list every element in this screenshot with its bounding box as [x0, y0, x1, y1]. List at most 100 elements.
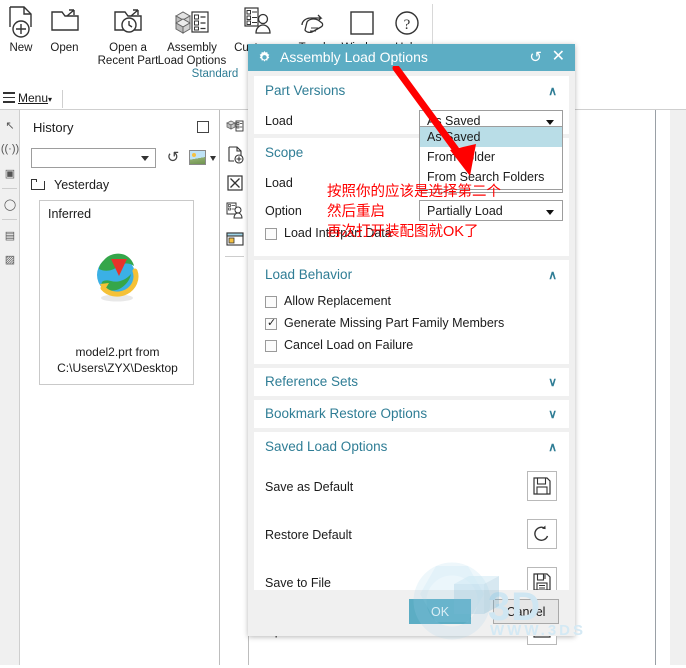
checkbox-generate-missing-part-family-members[interactable] — [265, 316, 277, 330]
cancel-button[interactable]: Cancel — [493, 599, 559, 624]
customer-defaults-icon — [228, 0, 290, 42]
chevron-up-icon: ∧ — [548, 268, 557, 282]
floppy-save-icon[interactable] — [527, 471, 557, 501]
history-item-card[interactable]: Inferred model2.prt from C:\Users\ZYX\De… — [39, 200, 194, 385]
history-panel-title: History — [33, 120, 74, 135]
section-reference-sets[interactable]: Reference Sets ∨ — [254, 368, 569, 396]
chevron-down-icon: ▾ — [48, 95, 53, 104]
label-save-as-default: Save as Default — [265, 480, 354, 494]
label-cancel-load-on-failure: Cancel Load on Failure — [284, 338, 414, 352]
pointer-icon[interactable]: ↖ — [1, 116, 19, 134]
customer-defaults-icon[interactable] — [224, 200, 246, 222]
open-folder-icon — [42, 0, 87, 42]
ok-button[interactable]: OK — [409, 599, 471, 624]
folder-icon — [31, 179, 47, 191]
section-header-part-versions[interactable]: Part Versions ∧ — [254, 76, 569, 106]
history-item-title: Inferred — [48, 207, 92, 221]
section-bookmark-restore-options[interactable]: Bookmark Restore Options ∨ — [254, 400, 569, 428]
part-navigator-icon[interactable]: ▤ — [1, 226, 19, 244]
ribbon-group-name-standard: Standard — [191, 68, 239, 80]
dialog-title-bar: Assembly Load Options ↺ ✕ — [248, 44, 575, 71]
label-allow-replacement: Allow Replacement — [284, 294, 391, 308]
close-component-icon[interactable] — [224, 172, 246, 194]
dropdown-list-part-versions-load[interactable]: As Saved From Folder From Search Folders — [419, 126, 563, 190]
chevron-up-icon: ∧ — [548, 84, 557, 98]
circle-icon[interactable]: ◯ — [1, 195, 19, 213]
reset-icon[interactable]: ↺ — [529, 49, 542, 66]
history-item-filepath: model2.prt from C:\Users\ZYX\Desktop — [57, 345, 178, 375]
left-icon-rail: ↖ ((·)) ▣ ◯ ▤ ▨ — [0, 110, 20, 665]
section-title-bookmark-restore-options: Bookmark Restore Options — [265, 406, 428, 421]
broadcast-icon[interactable]: ((·)) — [1, 140, 19, 158]
assembly-load-options-icon — [150, 0, 234, 42]
sun-glyph — [192, 153, 196, 157]
section-title-scope: Scope — [265, 145, 304, 160]
label-restore-default: Restore Default — [265, 528, 352, 542]
right-edge-panel — [670, 110, 686, 665]
refresh-icon[interactable]: ↺ — [164, 148, 182, 168]
chevron-down-icon — [141, 156, 149, 161]
label-save-to-file: Save to File — [265, 576, 332, 590]
dialog-footer: OK Cancel — [248, 590, 575, 636]
history-panel: History ↺ Yesterday Inferred model2.prt … — [21, 110, 220, 665]
checkbox-load-interpart-data[interactable] — [265, 228, 277, 240]
rail-divider — [225, 256, 244, 257]
assembly-navigator-icon[interactable] — [224, 116, 246, 138]
ribbon-button-new[interactable]: New — [0, 0, 42, 88]
window-layout-icon[interactable] — [224, 228, 246, 250]
nx-globe-icon — [90, 249, 144, 303]
label-part-versions-load: Load — [265, 114, 293, 128]
section-title-part-versions: Part Versions — [265, 83, 346, 98]
resource-bar-rail — [221, 110, 249, 665]
history-filter-combo[interactable] — [31, 148, 156, 168]
chinese-annotation-note: 按照你的应该是选择第二个 然后重启 再次打开装配图就OK了 — [327, 184, 501, 240]
row-restore-default: Restore Default — [254, 512, 569, 560]
section-load-behavior: Load Behavior ∧ Allow Replacement Genera… — [254, 260, 569, 364]
row-save-as-default: Save as Default — [254, 464, 569, 512]
canvas-right-border — [655, 110, 656, 665]
dock-window-icon[interactable] — [197, 121, 209, 133]
checkbox-cancel-load-on-failure[interactable] — [265, 340, 277, 352]
menu-divider — [62, 90, 63, 108]
ribbon-label-new: New — [9, 42, 33, 54]
preview-image-icon[interactable] — [189, 150, 206, 165]
chevron-down-icon: ∨ — [548, 375, 557, 389]
label-scope-load: Load — [265, 176, 293, 190]
chevron-down-icon[interactable] — [210, 156, 216, 161]
new-part-icon — [0, 0, 42, 42]
section-header-saved-load-options[interactable]: Saved Load Options ∧ — [254, 432, 569, 462]
section-title-saved-load-options: Saved Load Options — [265, 439, 388, 454]
label-generate-missing-part-family-members: Generate Missing Part Family Members — [284, 316, 505, 330]
hamburger-icon[interactable] — [3, 92, 15, 104]
history-camera-icon[interactable]: ▣ — [1, 164, 19, 182]
rail-divider — [2, 188, 17, 189]
chevron-down-icon — [546, 210, 554, 215]
rail-divider-2 — [2, 219, 17, 220]
dropdown-option-as-saved[interactable]: As Saved — [420, 127, 562, 147]
history-group-label: Yesterday — [54, 178, 110, 192]
menu-label: Menu — [18, 91, 49, 105]
menu-button[interactable]: Menu▾ — [18, 91, 52, 105]
add-component-icon[interactable] — [224, 144, 246, 166]
ribbon-label-assembly-load-options: Assembly Load Options — [157, 42, 227, 67]
section-title-load-behavior: Load Behavior — [265, 267, 353, 282]
touch-icon — [290, 0, 338, 42]
ribbon-label-open: Open — [50, 42, 79, 54]
label-scope-option: Option — [265, 204, 302, 218]
assembly-navigator-icon[interactable]: ▨ — [1, 250, 19, 268]
ribbon-button-open[interactable]: Open — [42, 0, 87, 88]
section-header-load-behavior[interactable]: Load Behavior ∧ — [254, 260, 569, 290]
gear-icon — [257, 50, 272, 65]
chevron-down-icon — [546, 120, 554, 125]
history-group-yesterday[interactable]: Yesterday — [31, 174, 211, 196]
dialog-title: Assembly Load Options — [280, 49, 428, 65]
help-icon: ? — [386, 0, 428, 42]
section-title-reference-sets: Reference Sets — [265, 374, 359, 389]
window-icon — [336, 0, 388, 42]
undo-restore-icon[interactable] — [527, 519, 557, 549]
dropdown-option-from-folder[interactable]: From Folder — [420, 147, 562, 167]
svg-text:?: ? — [404, 17, 411, 33]
chevron-down-icon: ∨ — [548, 407, 557, 421]
checkbox-allow-replacement[interactable] — [265, 296, 277, 308]
close-icon[interactable]: ✕ — [552, 48, 565, 66]
